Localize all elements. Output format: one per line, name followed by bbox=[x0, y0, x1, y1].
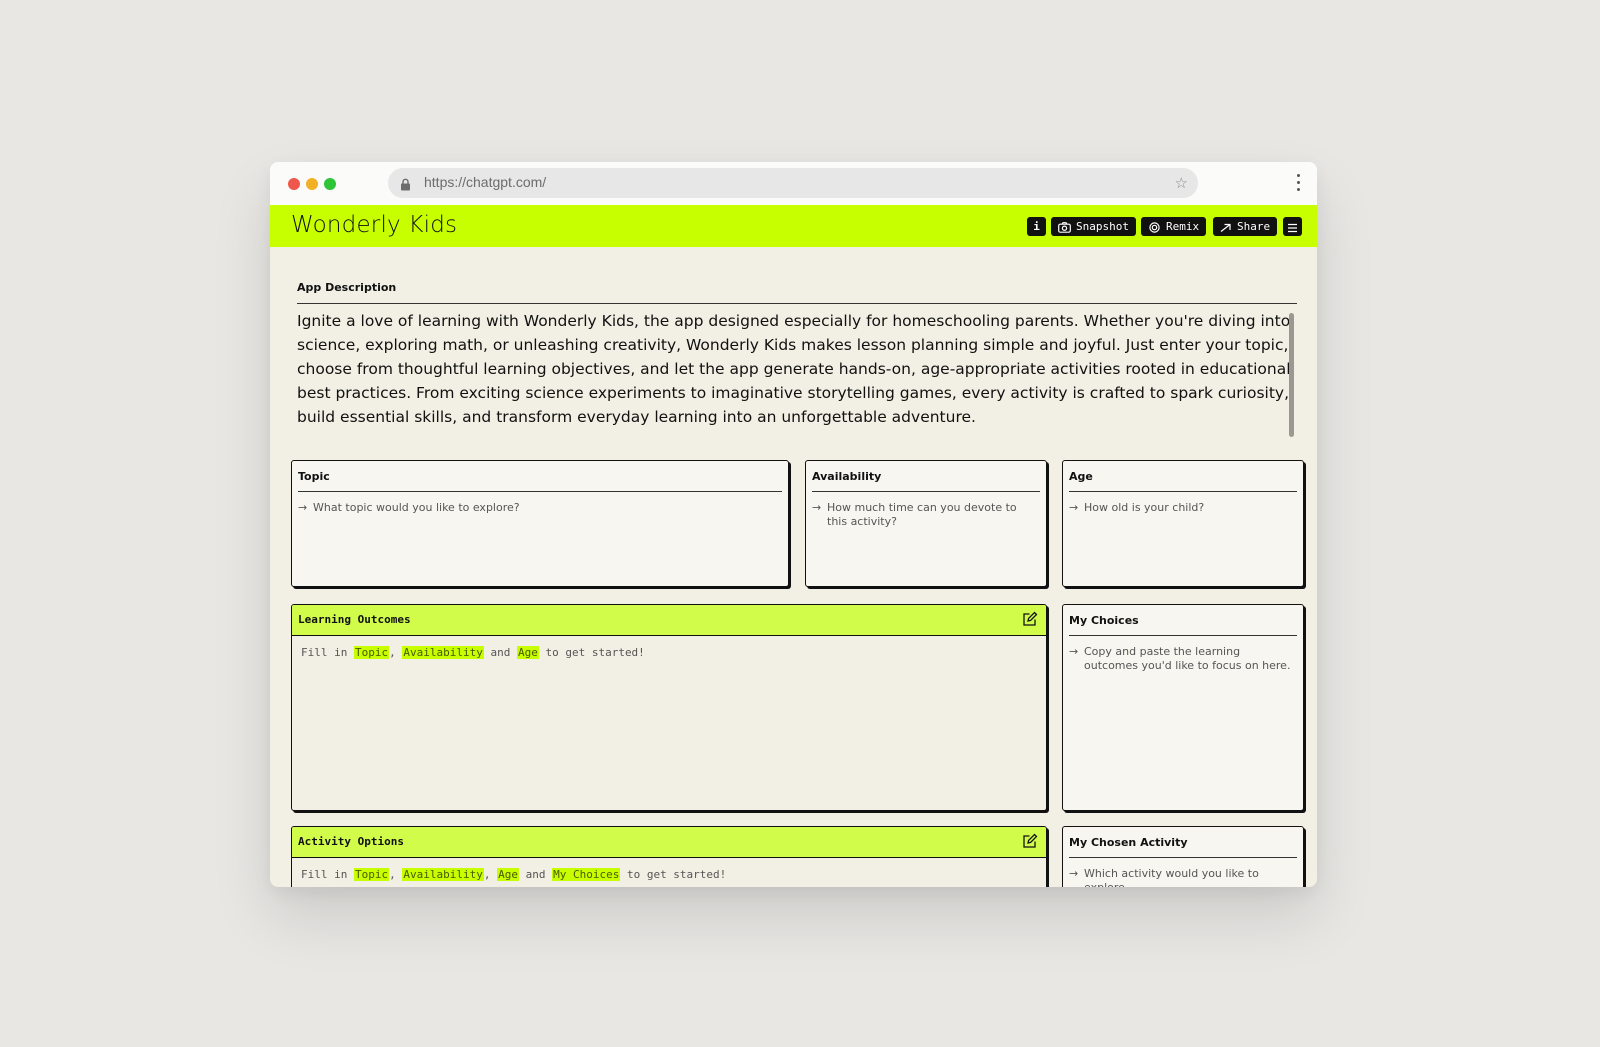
share-button[interactable]: Share bbox=[1213, 217, 1278, 236]
browser-menu-icon[interactable] bbox=[1297, 174, 1301, 195]
topic-input[interactable]: → What topic would you like to explore? bbox=[298, 501, 778, 515]
availability-tag: Availability bbox=[402, 868, 484, 881]
share-label: Share bbox=[1237, 220, 1271, 233]
text: , bbox=[389, 646, 396, 659]
my-chosen-activity-input-card[interactable]: My Chosen Activity → Which activity woul… bbox=[1062, 826, 1304, 887]
camera-icon bbox=[1058, 222, 1071, 233]
maximize-window-button[interactable] bbox=[324, 178, 336, 190]
my-chosen-activity-input[interactable]: → Which activity would you like to explo… bbox=[1069, 867, 1293, 887]
divider bbox=[1069, 857, 1297, 858]
remix-button[interactable]: Remix bbox=[1141, 217, 1207, 236]
close-window-button[interactable] bbox=[288, 178, 300, 190]
activity-options-header: Activity Options bbox=[292, 827, 1046, 858]
age-placeholder: How old is your child? bbox=[1084, 501, 1205, 514]
edit-icon[interactable] bbox=[1022, 611, 1038, 631]
arrow-right-icon: → bbox=[298, 501, 308, 514]
my-choices-placeholder: Copy and paste the learning outcomes you… bbox=[1084, 645, 1291, 672]
topic-tag: Topic bbox=[353, 646, 390, 659]
text: , bbox=[389, 868, 396, 881]
url-text: https://chatgpt.com/ bbox=[424, 174, 547, 190]
activity-options-title: Activity Options bbox=[298, 835, 404, 848]
divider bbox=[297, 303, 1297, 304]
description-label: App Description bbox=[297, 281, 397, 294]
minimize-window-button[interactable] bbox=[306, 178, 318, 190]
topic-label: Topic bbox=[298, 470, 330, 483]
divider bbox=[812, 491, 1040, 492]
snapshot-button[interactable]: Snapshot bbox=[1051, 217, 1136, 236]
availability-tag: Availability bbox=[402, 646, 484, 659]
text: and bbox=[525, 868, 546, 881]
learning-outcomes-title: Learning Outcomes bbox=[298, 613, 411, 626]
topic-placeholder: What topic would you like to explore? bbox=[313, 501, 520, 514]
browser-window: https://chatgpt.com/ ☆ Wonderly Kids i S… bbox=[270, 162, 1317, 887]
learning-outcomes-panel: Learning Outcomes Fill in Topic, Availab… bbox=[291, 604, 1047, 811]
divider bbox=[1069, 491, 1297, 492]
my-choices-tag: My Choices bbox=[552, 868, 621, 881]
my-chosen-activity-placeholder: Which activity would you like to explore bbox=[1084, 867, 1259, 887]
text: and bbox=[490, 646, 511, 659]
lock-icon bbox=[400, 176, 411, 195]
arrow-right-icon bbox=[1220, 223, 1231, 232]
info-label: i bbox=[1033, 220, 1040, 233]
activity-options-panel: Activity Options Fill in Topic, Availabi… bbox=[291, 826, 1047, 887]
snapshot-label: Snapshot bbox=[1076, 220, 1129, 233]
arrow-right-icon: → bbox=[1069, 645, 1079, 658]
arrow-right-icon: → bbox=[1069, 867, 1079, 880]
topic-input-card[interactable]: Topic → What topic would you like to exp… bbox=[291, 460, 789, 587]
remix-icon bbox=[1149, 222, 1160, 233]
star-icon[interactable]: ☆ bbox=[1175, 174, 1188, 192]
age-input[interactable]: → How old is your child? bbox=[1069, 501, 1293, 515]
app-header: Wonderly Kids i Snapshot Remix Share bbox=[270, 205, 1317, 247]
my-choices-label: My Choices bbox=[1069, 614, 1139, 627]
topic-tag: Topic bbox=[353, 868, 390, 881]
my-chosen-activity-label: My Chosen Activity bbox=[1069, 836, 1188, 849]
age-tag: Age bbox=[516, 646, 539, 659]
divider bbox=[1069, 635, 1297, 636]
age-input-card[interactable]: Age → How old is your child? bbox=[1062, 460, 1304, 587]
app-title: Wonderly Kids bbox=[291, 212, 458, 238]
remix-label: Remix bbox=[1166, 220, 1200, 233]
browser-chrome: https://chatgpt.com/ ☆ bbox=[270, 162, 1317, 205]
divider bbox=[298, 491, 782, 492]
arrow-right-icon: → bbox=[1069, 501, 1079, 514]
availability-input-card[interactable]: Availability → How much time can you dev… bbox=[805, 460, 1047, 587]
hamburger-icon bbox=[1288, 223, 1297, 233]
availability-input[interactable]: → How much time can you devote to this a… bbox=[812, 501, 1036, 529]
info-button[interactable]: i bbox=[1027, 217, 1046, 236]
my-choices-input[interactable]: → Copy and paste the learning outcomes y… bbox=[1069, 645, 1293, 673]
availability-placeholder: How much time can you devote to this act… bbox=[827, 501, 1017, 528]
text: to get started! bbox=[545, 646, 645, 659]
arrow-right-icon: → bbox=[812, 501, 822, 514]
address-bar[interactable]: https://chatgpt.com/ ☆ bbox=[388, 168, 1198, 198]
availability-label: Availability bbox=[812, 470, 882, 483]
edit-icon[interactable] bbox=[1022, 833, 1038, 853]
learning-outcomes-body: Fill in Topic, Availability and Age to g… bbox=[301, 646, 645, 659]
age-tag: Age bbox=[497, 868, 519, 881]
activity-options-body: Fill in Topic, Availability, Age and My … bbox=[301, 868, 726, 881]
text: to get started! bbox=[626, 868, 727, 881]
age-label: Age bbox=[1069, 470, 1093, 483]
main-content: App Description Ignite a love of learnin… bbox=[270, 247, 1317, 887]
text: Fill in bbox=[301, 868, 348, 881]
description-scrollbar[interactable] bbox=[1289, 313, 1294, 437]
app-description-text[interactable]: Ignite a love of learning with Wonderly … bbox=[297, 309, 1297, 429]
text: , bbox=[483, 868, 491, 881]
text: Fill in bbox=[301, 646, 348, 659]
my-choices-input-card[interactable]: My Choices → Copy and paste the learning… bbox=[1062, 604, 1304, 811]
learning-outcomes-header: Learning Outcomes bbox=[292, 605, 1046, 636]
menu-button[interactable] bbox=[1283, 217, 1302, 236]
